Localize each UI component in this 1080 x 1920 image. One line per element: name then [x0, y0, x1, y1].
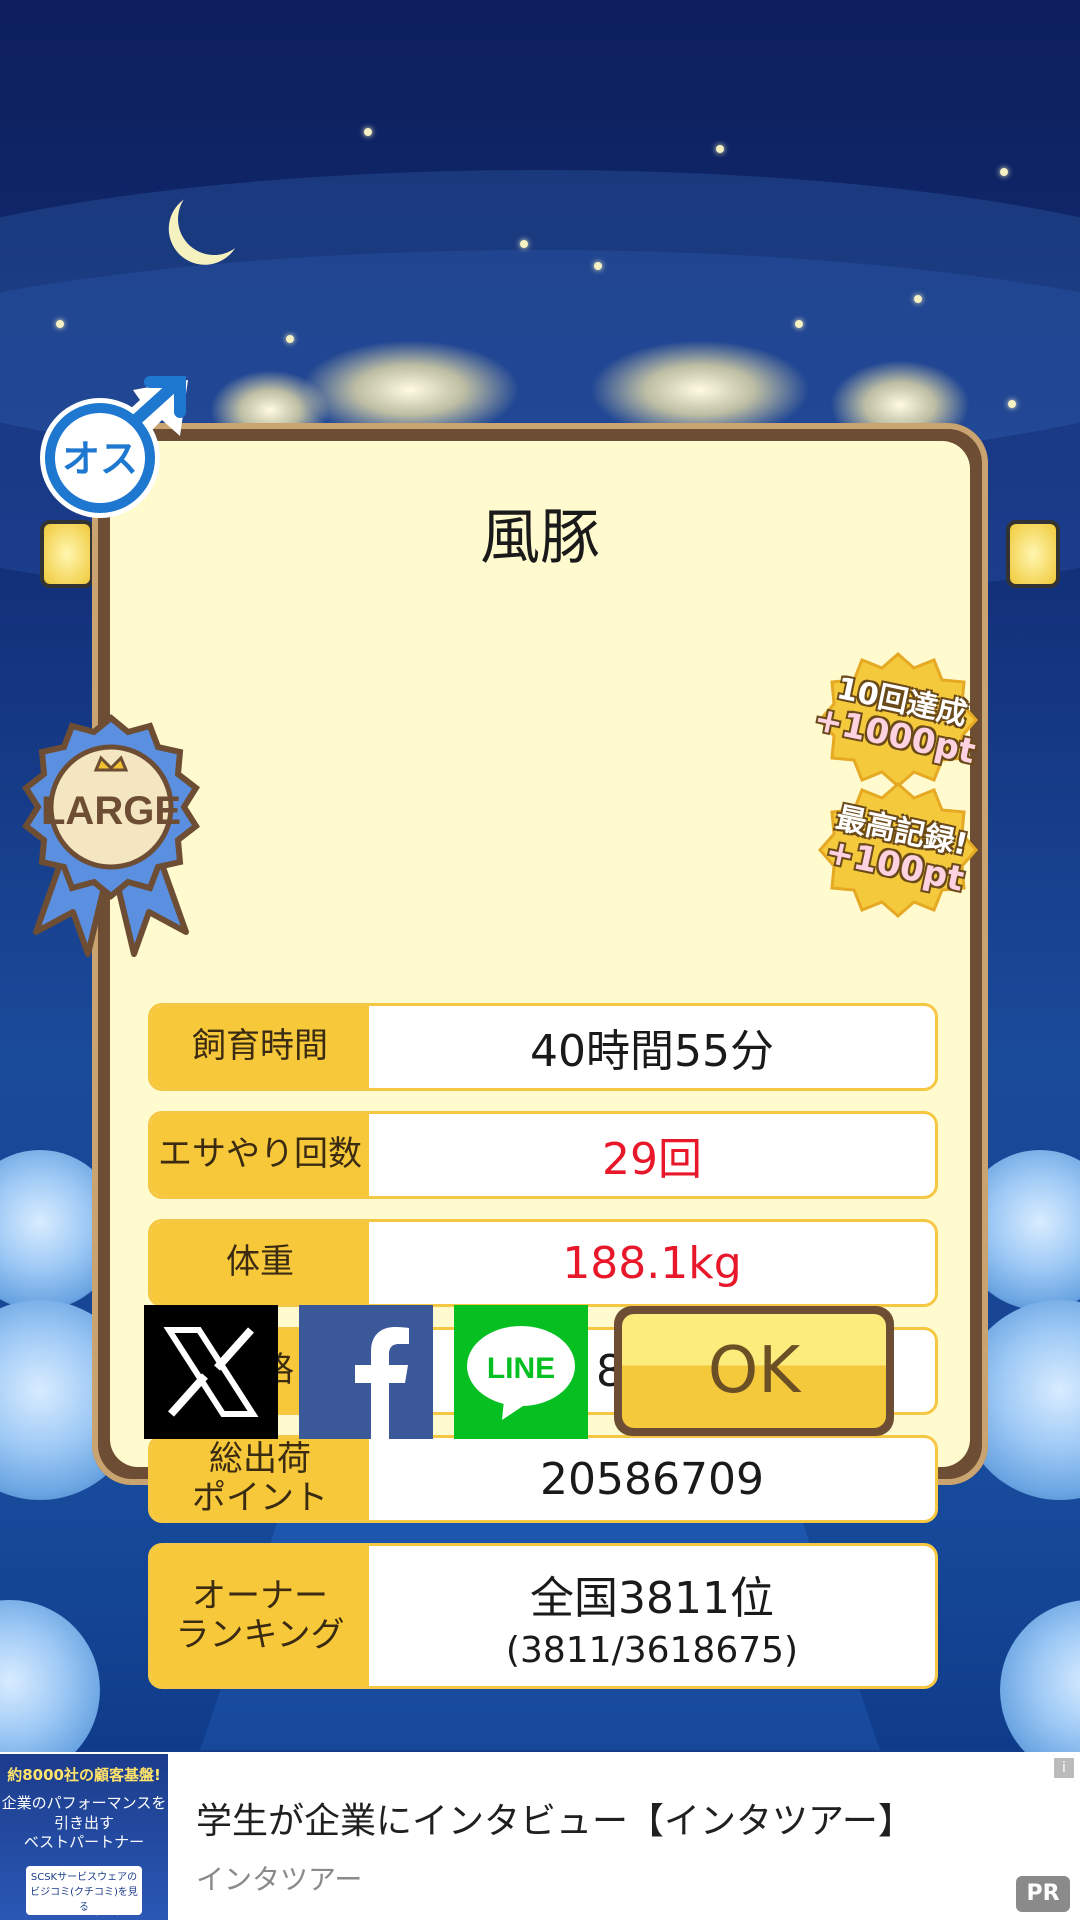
ad-source: インタツアー	[196, 1863, 363, 1896]
x-logo-icon	[163, 1327, 259, 1417]
row-total-points: 総出荷 ポイント 20586709	[148, 1435, 938, 1523]
ribbon-icon: LARGE	[22, 714, 200, 957]
ad-thumb-headline: 約8000社の顧客基盤!	[7, 1766, 161, 1784]
ad-title[interactable]: 学生が企業にインタビュー【インタツアー】	[196, 1792, 914, 1844]
svg-text:LINE: LINE	[487, 1352, 555, 1385]
game-screen: 風豚 飼育時間 40時間55分 エサやり回数 29回 体重 188.1kg 価格…	[0, 0, 1080, 1920]
male-gender-badge: オス	[38, 372, 198, 522]
row-value: 40時間55分	[530, 1026, 774, 1077]
row-label: エサやり回数	[151, 1114, 369, 1196]
share-facebook-button[interactable]	[299, 1305, 433, 1439]
ranking-detail: (3811/3618675)	[505, 1629, 799, 1671]
row-owner-ranking: オーナー ランキング 全国3811位 (3811/3618675)	[148, 1543, 938, 1689]
record-bonus-burst: 最高記録! +100pt	[818, 780, 978, 920]
row-rearing-time: 飼育時間 40時間55分	[148, 1003, 938, 1091]
svg-text:LARGE: LARGE	[41, 789, 181, 833]
share-x-button[interactable]	[144, 1305, 278, 1439]
size-ribbon-badge: LARGE	[18, 712, 204, 962]
row-value: 188.1kg	[562, 1237, 742, 1289]
ad-info-icon[interactable]: i	[1054, 1758, 1074, 1778]
ranking-value: 全国3811位	[530, 1572, 774, 1624]
row-label: 体重	[151, 1222, 369, 1304]
row-feeding-count: エサやり回数 29回	[148, 1111, 938, 1199]
row-weight: 体重 188.1kg	[148, 1219, 938, 1307]
row-label: 総出荷 ポイント	[151, 1438, 369, 1520]
row-label: オーナー ランキング	[151, 1546, 369, 1686]
share-line-button[interactable]: LINE	[454, 1305, 588, 1439]
row-value: 20586709	[540, 1453, 764, 1505]
row-value: 全国3811位 (3811/3618675)	[369, 1546, 935, 1686]
row-label: 飼育時間	[151, 1006, 369, 1088]
line-logo-icon: LINE	[467, 1326, 575, 1420]
ok-button-label: OK	[622, 1314, 886, 1428]
ad-pr-badge: PR	[1016, 1876, 1070, 1912]
ad-banner[interactable]: 約8000社の顧客基盤! 企業のパフォーマンスを 引き出す ベストパートナー S…	[0, 1752, 1080, 1920]
svg-text:オス: オス	[62, 437, 138, 481]
facebook-logo-icon	[355, 1327, 409, 1439]
row-value: 29回	[602, 1134, 702, 1185]
pig-name-title: 風豚	[480, 503, 600, 573]
male-symbol-icon: オス	[40, 376, 188, 518]
ad-thumbnail[interactable]: 約8000社の顧客基盤! 企業のパフォーマンスを 引き出す ベストパートナー S…	[0, 1754, 168, 1920]
ad-thumb-brand: SCSK × インタツアー	[33, 1907, 135, 1918]
ok-button[interactable]: OK	[614, 1306, 894, 1436]
ad-thumb-copy: 企業のパフォーマンスを 引き出す ベストパートナー	[1, 1794, 167, 1851]
